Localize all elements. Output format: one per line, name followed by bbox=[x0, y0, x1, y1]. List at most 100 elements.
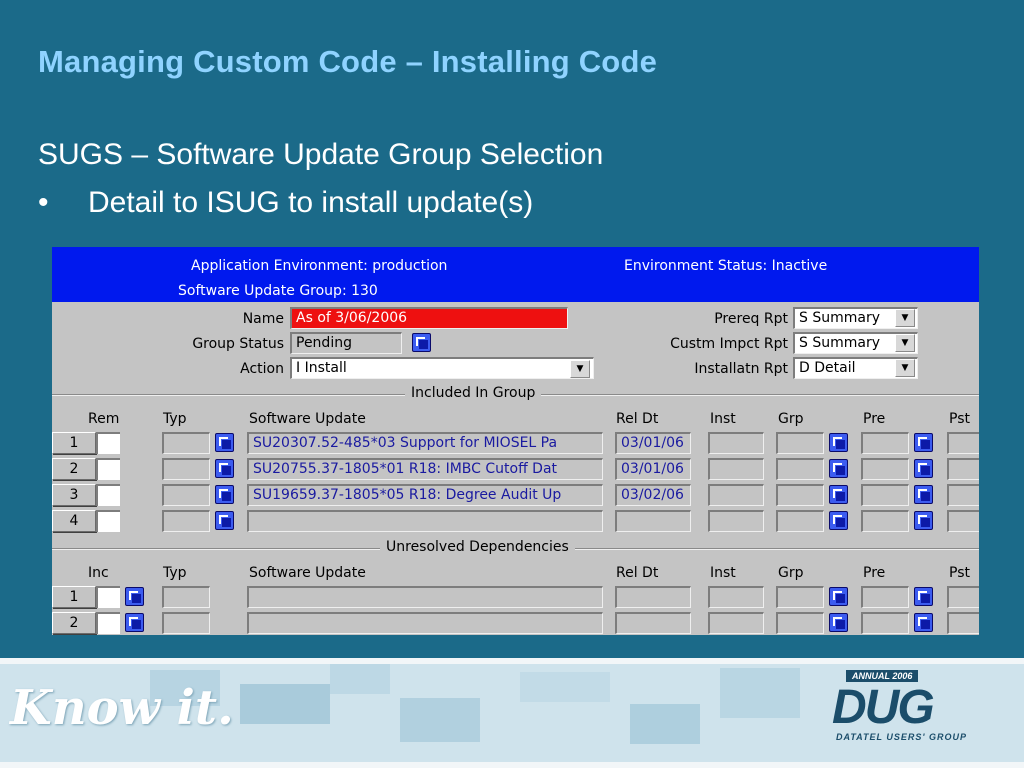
pst-field[interactable] bbox=[947, 586, 979, 608]
pst-field[interactable] bbox=[947, 510, 979, 532]
grp-field[interactable] bbox=[776, 458, 824, 480]
action-select[interactable]: I Install bbox=[290, 357, 594, 379]
included-section-title: Included In Group bbox=[405, 385, 542, 401]
pre-detail-icon[interactable] bbox=[914, 511, 933, 530]
row-number-button[interactable]: 1 bbox=[52, 432, 96, 454]
rel-dt-field[interactable] bbox=[615, 510, 691, 532]
col-typ: Typ bbox=[163, 411, 187, 427]
dug-logo: ANNUAL 2006 DUG DATATEL USERS' GROUP bbox=[832, 670, 1008, 756]
inc-detail-icon[interactable] bbox=[125, 613, 144, 632]
rem-field[interactable] bbox=[96, 510, 120, 532]
pst-field[interactable] bbox=[947, 458, 979, 480]
typ-field[interactable] bbox=[162, 432, 210, 454]
rem-field[interactable] bbox=[96, 432, 120, 454]
col-rel-dt: Rel Dt bbox=[616, 411, 659, 427]
software-update-field[interactable]: SU20755.37-1805*01 R18: IMBC Cutoff Dat bbox=[247, 458, 603, 480]
pre-detail-icon[interactable] bbox=[914, 485, 933, 504]
unresolved-section-title: Unresolved Dependencies bbox=[380, 539, 575, 555]
grp-detail-icon[interactable] bbox=[829, 613, 848, 632]
software-update-field[interactable]: SU19659.37-1805*05 R18: Degree Audit Up bbox=[247, 484, 603, 506]
pre-field[interactable] bbox=[861, 458, 909, 480]
grp-detail-icon[interactable] bbox=[829, 433, 848, 452]
row-number-button[interactable]: 1 bbox=[52, 586, 96, 608]
pre-field[interactable] bbox=[861, 510, 909, 532]
pre-field[interactable] bbox=[861, 484, 909, 506]
software-update-field[interactable] bbox=[247, 510, 603, 532]
inc-field[interactable] bbox=[96, 612, 120, 634]
col-rel-dt: Rel Dt bbox=[616, 565, 659, 581]
rel-dt-field[interactable] bbox=[615, 586, 691, 608]
decor-tile bbox=[630, 704, 700, 744]
installatn-dropdown-arrow-icon[interactable]: ▼ bbox=[895, 359, 915, 377]
pst-field[interactable] bbox=[947, 432, 979, 454]
typ-detail-icon[interactable] bbox=[215, 433, 234, 452]
inst-field[interactable] bbox=[708, 586, 764, 608]
prereq-dropdown-arrow-icon[interactable]: ▼ bbox=[895, 309, 915, 327]
pst-field[interactable] bbox=[947, 484, 979, 506]
know-it-tagline: Know it. bbox=[10, 680, 234, 736]
pre-detail-icon[interactable] bbox=[914, 459, 933, 478]
rem-field[interactable] bbox=[96, 484, 120, 506]
inc-detail-icon[interactable] bbox=[125, 587, 144, 606]
typ-field[interactable] bbox=[162, 484, 210, 506]
decor-tile bbox=[330, 664, 390, 694]
typ-field[interactable] bbox=[162, 458, 210, 480]
typ-field[interactable] bbox=[162, 510, 210, 532]
grp-detail-icon[interactable] bbox=[829, 485, 848, 504]
grp-field[interactable] bbox=[776, 612, 824, 634]
inst-field[interactable] bbox=[708, 458, 764, 480]
app-environment: Application Environment: production bbox=[191, 258, 448, 274]
pre-field[interactable] bbox=[861, 586, 909, 608]
decor-tile bbox=[720, 668, 800, 718]
grp-detail-icon[interactable] bbox=[829, 587, 848, 606]
software-update-field[interactable]: SU20307.52-485*03 Support for MIOSEL Pa bbox=[247, 432, 603, 454]
rel-dt-field[interactable]: 03/02/06 bbox=[615, 484, 691, 506]
inst-field[interactable] bbox=[708, 484, 764, 506]
custm-dropdown-arrow-icon[interactable]: ▼ bbox=[895, 334, 915, 352]
typ-field[interactable] bbox=[162, 586, 210, 608]
software-update-field[interactable] bbox=[247, 612, 603, 634]
software-update-group: Software Update Group: 130 bbox=[178, 283, 378, 299]
pre-field[interactable] bbox=[861, 432, 909, 454]
rel-dt-field[interactable] bbox=[615, 612, 691, 634]
col-software-update: Software Update bbox=[249, 565, 366, 581]
col-grp: Grp bbox=[778, 411, 804, 427]
col-grp: Grp bbox=[778, 565, 804, 581]
row-number-button[interactable]: 3 bbox=[52, 484, 96, 506]
software-update-field[interactable] bbox=[247, 586, 603, 608]
pst-field[interactable] bbox=[947, 612, 979, 634]
typ-field[interactable] bbox=[162, 612, 210, 634]
environment-status: Environment Status: Inactive bbox=[624, 258, 828, 274]
grp-field[interactable] bbox=[776, 432, 824, 454]
grp-field[interactable] bbox=[776, 586, 824, 608]
col-pst: Pst bbox=[949, 411, 970, 427]
rel-dt-field[interactable]: 03/01/06 bbox=[615, 432, 691, 454]
pre-detail-icon[interactable] bbox=[914, 613, 933, 632]
typ-detail-icon[interactable] bbox=[215, 485, 234, 504]
inst-field[interactable] bbox=[708, 510, 764, 532]
logo-subtitle: DATATEL USERS' GROUP bbox=[836, 732, 967, 742]
grp-detail-icon[interactable] bbox=[829, 459, 848, 478]
rem-field[interactable] bbox=[96, 458, 120, 480]
inc-field[interactable] bbox=[96, 586, 120, 608]
grp-field[interactable] bbox=[776, 484, 824, 506]
group-status-detail-icon[interactable] bbox=[412, 333, 431, 352]
row-number-button[interactable]: 2 bbox=[52, 612, 96, 634]
screen-header: Application Environment: production Envi… bbox=[52, 247, 979, 302]
decor-tile bbox=[400, 698, 480, 742]
rel-dt-field[interactable]: 03/01/06 bbox=[615, 458, 691, 480]
typ-detail-icon[interactable] bbox=[215, 511, 234, 530]
pre-detail-icon[interactable] bbox=[914, 433, 933, 452]
row-number-button[interactable]: 2 bbox=[52, 458, 96, 480]
grp-detail-icon[interactable] bbox=[829, 511, 848, 530]
col-pre: Pre bbox=[863, 565, 886, 581]
pre-detail-icon[interactable] bbox=[914, 587, 933, 606]
row-number-button[interactable]: 4 bbox=[52, 510, 96, 532]
name-field[interactable]: As of 3/06/2006 bbox=[290, 307, 568, 329]
action-dropdown-arrow-icon[interactable]: ▼ bbox=[570, 360, 590, 378]
inst-field[interactable] bbox=[708, 432, 764, 454]
typ-detail-icon[interactable] bbox=[215, 459, 234, 478]
pre-field[interactable] bbox=[861, 612, 909, 634]
inst-field[interactable] bbox=[708, 612, 764, 634]
grp-field[interactable] bbox=[776, 510, 824, 532]
